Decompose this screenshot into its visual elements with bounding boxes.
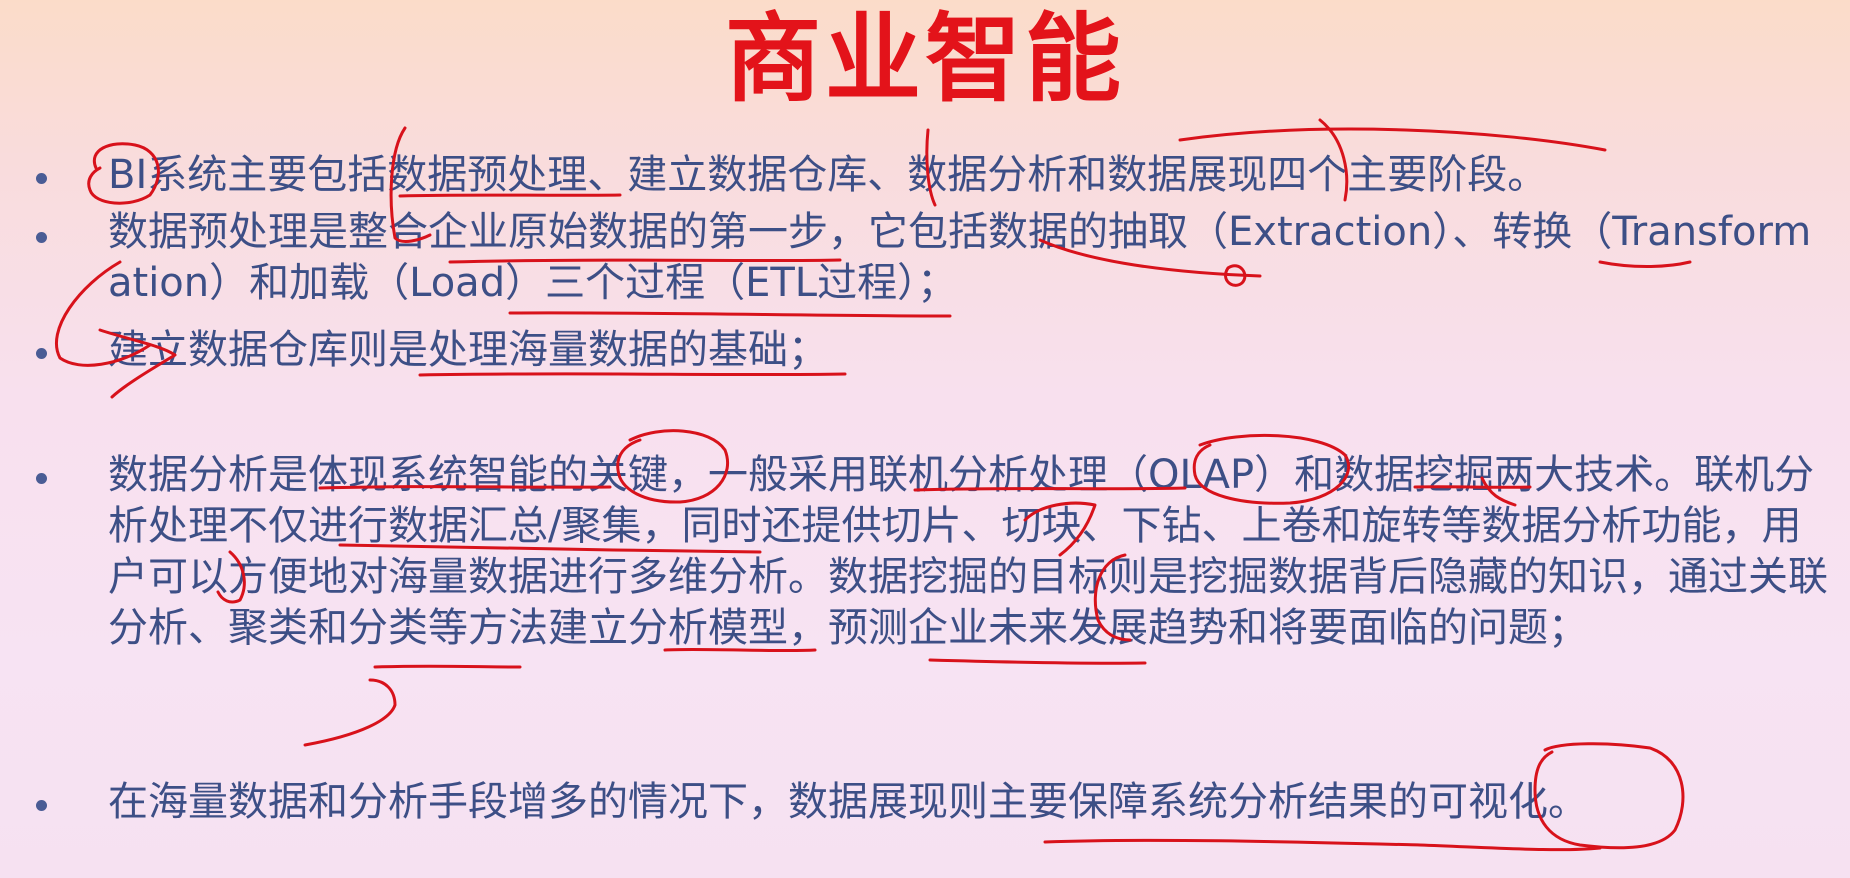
bullet-dot [36,173,47,184]
bullet-dot [36,232,47,243]
bullet-item: 数据分析是体现系统智能的关键，一般采用联机分析处理（OLAP）和数据挖掘两大技术… [108,452,1828,651]
bullet-item: 建立数据仓库则是处理海量数据的基础； [108,327,828,373]
bullet-item: BI系统主要包括数据预处理、建立数据仓库、数据分析和数据展现四个主要阶段。 [108,152,1548,198]
bullet-list: BI系统主要包括数据预处理、建立数据仓库、数据分析和数据展现四个主要阶段。 数据… [0,0,1850,878]
bullet-item: 数据预处理是整合企业原始数据的第一步，它包括数据的抽取（Extraction）、… [108,209,1812,306]
bullet-dot [36,348,47,359]
bullet-item: 在海量数据和分析手段增多的情况下，数据展现则主要保障系统分析结果的可视化。 [108,779,1588,825]
bullet-dot [36,473,47,484]
bullet-dot [36,800,47,811]
